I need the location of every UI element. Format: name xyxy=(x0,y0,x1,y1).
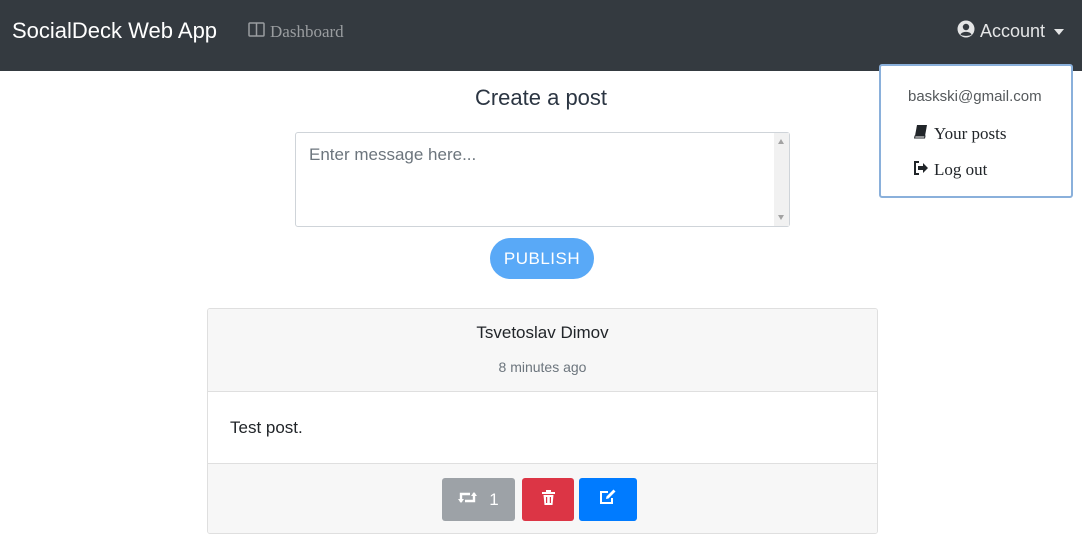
top-navbar: SocialDeck Web App Dashboard Account xyxy=(0,0,1082,71)
app-brand[interactable]: SocialDeck Web App xyxy=(12,18,217,44)
post-actions: 1 xyxy=(208,463,877,533)
nav-dashboard-label: Dashboard xyxy=(270,22,344,41)
nav-dashboard-link[interactable]: Dashboard xyxy=(248,22,344,42)
menu-item-label: Log out xyxy=(934,160,988,179)
book-icon xyxy=(913,124,929,144)
account-label: Account xyxy=(979,21,1045,41)
post-timestamp: 8 minutes ago xyxy=(498,359,587,375)
message-placeholder: Enter message here... xyxy=(309,145,477,164)
delete-post-button[interactable] xyxy=(522,478,574,521)
retweet-icon xyxy=(458,490,478,510)
scroll-down-arrow-icon[interactable] xyxy=(778,215,784,220)
edit-icon xyxy=(599,489,617,510)
account-menu-toggle[interactable]: Account xyxy=(957,20,1064,43)
post-content: Test post. xyxy=(230,418,303,437)
message-textarea[interactable]: Enter message here... xyxy=(295,132,790,227)
menu-item-label: Your posts xyxy=(934,124,1007,143)
publish-button[interactable]: PUBLISH xyxy=(490,238,594,279)
scroll-up-arrow-icon[interactable] xyxy=(778,139,784,144)
post-author[interactable]: Tsvetoslav Dimov xyxy=(208,323,877,343)
post-card: Tsvetoslav Dimov 8 minutes ago Test post… xyxy=(207,308,878,534)
repost-count: 1 xyxy=(489,489,499,509)
columns-icon xyxy=(248,22,265,42)
repost-button[interactable]: 1 xyxy=(442,478,515,521)
sign-out-icon xyxy=(913,160,929,180)
chevron-down-icon xyxy=(1054,28,1064,35)
create-post-title: Create a post xyxy=(474,85,608,110)
user-circle-icon xyxy=(957,20,975,43)
menu-item-log-out[interactable]: Log out xyxy=(913,160,987,180)
textarea-scrollbar[interactable] xyxy=(774,133,789,226)
trash-icon xyxy=(541,489,555,510)
post-header: Tsvetoslav Dimov 8 minutes ago xyxy=(208,309,877,392)
edit-post-button[interactable] xyxy=(579,478,637,521)
menu-item-your-posts[interactable]: Your posts xyxy=(913,124,1006,144)
